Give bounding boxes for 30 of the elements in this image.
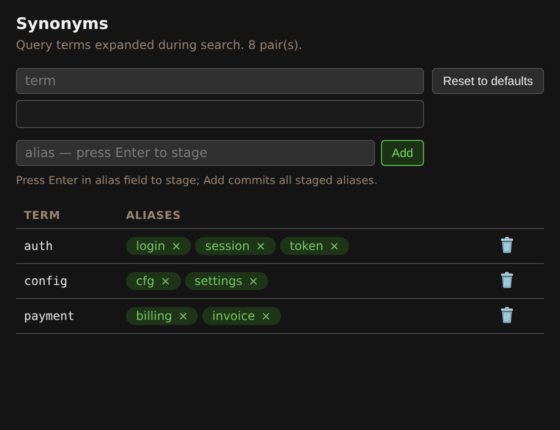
trash-icon[interactable]	[500, 306, 514, 322]
term-cell: payment	[16, 298, 118, 334]
page-title: Synonyms	[16, 14, 108, 34]
term-cell: config	[16, 264, 118, 298]
reset-button[interactable]: Reset to defaults	[432, 68, 544, 94]
remove-icon[interactable]: ×	[256, 239, 266, 253]
text-field[interactable]	[16, 100, 424, 128]
alias-chip: billing ×	[126, 307, 198, 325]
remove-icon[interactable]: ×	[171, 239, 182, 253]
column-header: TERM	[16, 206, 118, 228]
term-field[interactable]: term	[16, 68, 424, 94]
remove-icon[interactable]: ×	[178, 309, 188, 323]
term-cell: auth	[16, 228, 118, 264]
alias-chip: token ×	[280, 237, 350, 255]
subtitle: Query terms expanded during search. 8 pair(s).	[16, 37, 302, 53]
remove-icon[interactable]: ×	[160, 274, 171, 288]
trash-icon[interactable]	[500, 272, 514, 288]
alias-chip: login ×	[126, 237, 192, 255]
alias-chip: session ×	[195, 237, 276, 255]
column-header: ALIASES	[118, 206, 492, 228]
alias-chip: settings ×	[184, 272, 268, 290]
add-button[interactable]: Add	[381, 140, 424, 166]
remove-icon[interactable]: ×	[260, 309, 272, 323]
hint-text: Press Enter in alias field to stage; Add commits all staged aliases.	[16, 174, 378, 188]
alias-chip: invoice ×	[202, 307, 282, 325]
alias-chip: cfg ×	[126, 272, 181, 290]
trash-icon[interactable]	[500, 236, 514, 252]
alias-field[interactable]: alias — press Enter to stage	[16, 140, 375, 166]
remove-icon[interactable]: ×	[248, 274, 258, 288]
remove-icon[interactable]: ×	[329, 239, 340, 253]
